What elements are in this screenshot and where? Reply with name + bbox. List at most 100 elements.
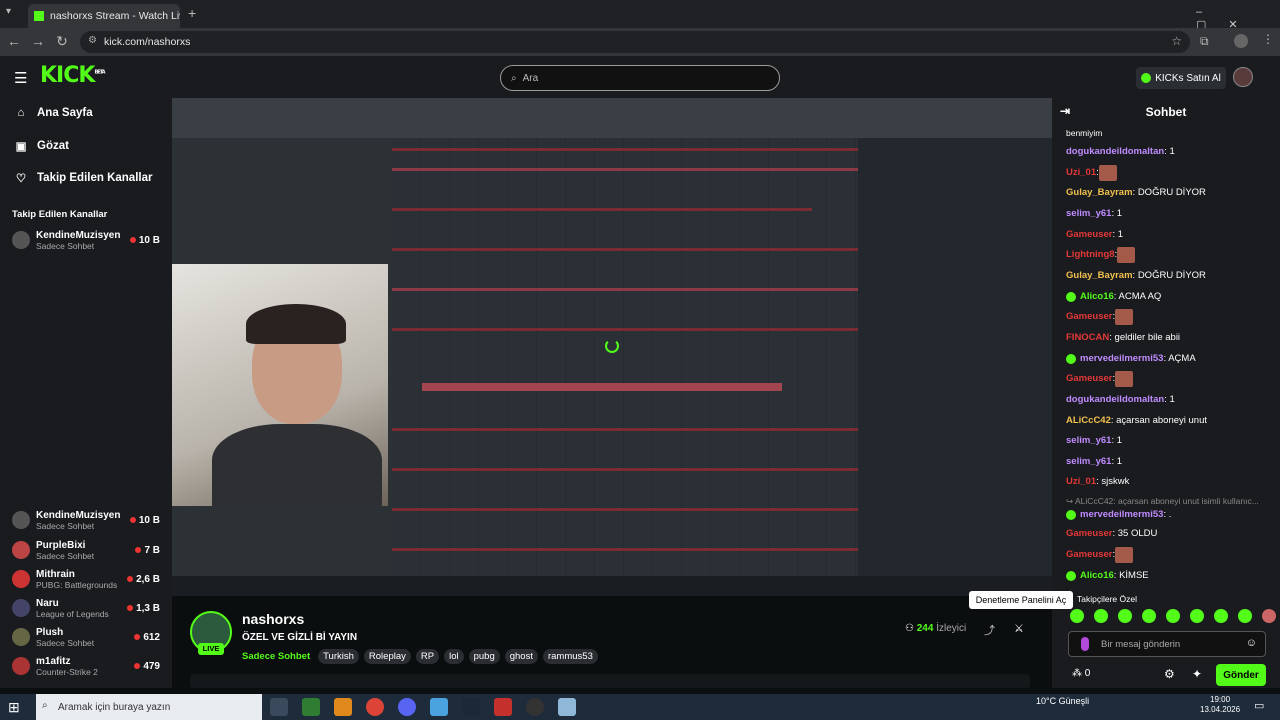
- emote-icon[interactable]: [1142, 609, 1156, 623]
- chat-username[interactable]: Gameuser: [1066, 372, 1112, 386]
- sidebar-item-browse[interactable]: ▣ Gözat: [14, 139, 69, 153]
- chat-username[interactable]: Gameuser: [1066, 310, 1112, 324]
- site-info-icon[interactable]: ⚙: [88, 35, 97, 46]
- hamburger-menu-icon[interactable]: ☰: [14, 69, 27, 87]
- tag-chip[interactable]: pubg: [468, 649, 500, 664]
- forward-icon[interactable]: →: [26, 33, 50, 49]
- tag-chip[interactable]: Turkish: [318, 649, 359, 664]
- chat-username[interactable]: selim_y61: [1066, 434, 1111, 448]
- chat-username[interactable]: Lightning8: [1066, 248, 1115, 262]
- obs-icon[interactable]: [526, 698, 544, 716]
- chat-settings-icon[interactable]: ⚙: [1164, 667, 1175, 681]
- emote-icon[interactable]: [1214, 609, 1228, 623]
- back-icon[interactable]: ←: [2, 33, 26, 49]
- chat-username[interactable]: mervedeilmermi53: [1080, 352, 1163, 366]
- emote-picker-icon[interactable]: ✦: [1192, 667, 1202, 681]
- taskbar-search[interactable]: ⌕ Aramak için buraya yazın: [36, 694, 262, 720]
- kicks-buy-button[interactable]: KICKs Satın Al: [1136, 67, 1226, 89]
- emote-icon[interactable]: [1070, 609, 1084, 623]
- app-icon[interactable]: [430, 698, 448, 716]
- app-icon[interactable]: [558, 698, 576, 716]
- chat-message: selim_y61: 1: [1066, 434, 1122, 448]
- channel-item[interactable]: KendineMuzisyen Sadece Sohbet 10 B: [12, 226, 160, 254]
- emote-icon[interactable]: [1238, 609, 1252, 623]
- taskbar-search-icon: ⌕: [42, 700, 48, 711]
- chat-username[interactable]: ALiCcC42: [1066, 414, 1111, 428]
- chrome-icon[interactable]: [366, 698, 384, 716]
- chat-username[interactable]: Gameuser: [1066, 228, 1112, 242]
- browser-menu-icon[interactable]: ⋮: [1262, 32, 1274, 46]
- system-clock[interactable]: 19:00 13.04.2026: [1200, 695, 1240, 715]
- tag-chip[interactable]: RP: [415, 649, 440, 664]
- chat-username[interactable]: Gameuser: [1066, 548, 1112, 562]
- app-icon[interactable]: [334, 698, 352, 716]
- channel-item[interactable]: KendineMuzisyen Sadece Sohbet 10 B: [12, 506, 160, 534]
- browser-tab[interactable]: nashorxs Stream - Watch Live o ✕: [28, 4, 180, 28]
- sidebar-item-home[interactable]: ⌂ Ana Sayfa: [14, 107, 93, 119]
- tab-menu-icon[interactable]: ▾: [6, 6, 11, 17]
- notifications-icon[interactable]: ▭: [1254, 699, 1264, 712]
- chat-text: : açarsan aboneyi unut: [1110, 415, 1207, 426]
- weather-widget[interactable]: 10°C Güneşli: [1036, 696, 1089, 706]
- extensions-icon[interactable]: ⧉: [1200, 34, 1209, 49]
- chat-username[interactable]: Gameuser: [1066, 527, 1112, 541]
- collapse-chat-icon[interactable]: ⇥: [1060, 104, 1070, 118]
- chat-username[interactable]: Gulay_Bayram: [1066, 186, 1133, 200]
- share-icon[interactable]: ⤴: [984, 622, 995, 638]
- streamer-name[interactable]: nashorxs: [242, 611, 304, 627]
- task-view-icon[interactable]: [270, 698, 288, 716]
- profile-avatar[interactable]: [1234, 34, 1248, 48]
- url-field[interactable]: ⚙ kick.com/nashorxs ☆: [80, 31, 1190, 53]
- emote-image: [1117, 247, 1136, 263]
- chat-username[interactable]: mervedeilmermi53: [1080, 508, 1163, 522]
- chat-username[interactable]: Uzi_01: [1066, 475, 1096, 489]
- chat-message: dogukandeildomaltan: 1: [1066, 393, 1175, 407]
- emote-icon[interactable]: [1190, 609, 1204, 623]
- send-button[interactable]: Gönder: [1216, 664, 1266, 686]
- kick-logo[interactable]: KICKBETA: [40, 63, 106, 88]
- channel-item[interactable]: Naru League of Legends 1,3 B: [12, 594, 160, 622]
- video-player[interactable]: [172, 98, 1052, 596]
- reload-icon[interactable]: ↻: [50, 33, 74, 50]
- moderation-panel-icon[interactable]: ⚔: [1014, 622, 1024, 635]
- verified-badge-icon: [1066, 510, 1076, 520]
- channel-item[interactable]: Mithrain PUBG: Battlegrounds 2,6 B: [12, 565, 160, 593]
- points-indicator[interactable]: ⁂ 0: [1072, 668, 1090, 679]
- tag-chip[interactable]: ghost: [504, 649, 538, 664]
- tag-chip[interactable]: Roleplay: [363, 649, 411, 664]
- emote-icon[interactable]: [1262, 609, 1276, 623]
- sidebar-item-following[interactable]: ♡ Takip Edilen Kanallar: [14, 171, 153, 185]
- discord-icon[interactable]: [398, 698, 416, 716]
- viewer-count: ⚇ 244 İzleyici: [905, 623, 967, 634]
- chat-username[interactable]: Gulay_Bayram: [1066, 269, 1133, 283]
- emote-icon[interactable]: [1094, 609, 1108, 623]
- chat-input[interactable]: Bir mesaj gönderin ☺: [1068, 631, 1266, 657]
- chat-username[interactable]: FINOCAN: [1066, 331, 1109, 345]
- stream-category[interactable]: Sadece Sohbet: [242, 651, 310, 662]
- search-input[interactable]: ⌕ Ara: [500, 65, 780, 91]
- channel-item[interactable]: PurpleBixi Sadece Sohbet 7 B: [12, 536, 160, 564]
- chat-username[interactable]: Alico16: [1080, 569, 1114, 583]
- chat-username[interactable]: dogukandeildomaltan: [1066, 393, 1164, 407]
- emoji-icon[interactable]: ☺: [1246, 637, 1257, 649]
- steam-icon[interactable]: [462, 698, 480, 716]
- user-avatar[interactable]: [1233, 67, 1253, 87]
- kicks-buy-label: KICKs Satın Al: [1155, 72, 1221, 84]
- chat-username[interactable]: selim_y61: [1066, 455, 1111, 469]
- chat-username[interactable]: Alico16: [1080, 290, 1114, 304]
- new-tab-icon[interactable]: +: [188, 5, 196, 21]
- chat-username[interactable]: Uzi_01: [1066, 166, 1096, 180]
- emote-icon[interactable]: [1118, 609, 1132, 623]
- tag-chip[interactable]: lol: [444, 649, 464, 664]
- channel-item[interactable]: Plush Sadece Sohbet 612: [12, 623, 160, 651]
- chat-username[interactable]: selim_y61: [1066, 207, 1111, 221]
- chat-username[interactable]: dogukandeildomaltan: [1066, 145, 1164, 159]
- mic-icon[interactable]: [1081, 637, 1089, 651]
- bookmark-star-icon[interactable]: ☆: [1171, 34, 1182, 48]
- channel-item[interactable]: m1afitz Counter-Strike 2 479: [12, 652, 160, 680]
- app-icon[interactable]: [494, 698, 512, 716]
- windows-start-icon[interactable]: ⊞: [8, 699, 20, 716]
- tag-chip[interactable]: rammus53: [542, 649, 598, 664]
- emote-icon[interactable]: [1166, 609, 1180, 623]
- app-icon[interactable]: [302, 698, 320, 716]
